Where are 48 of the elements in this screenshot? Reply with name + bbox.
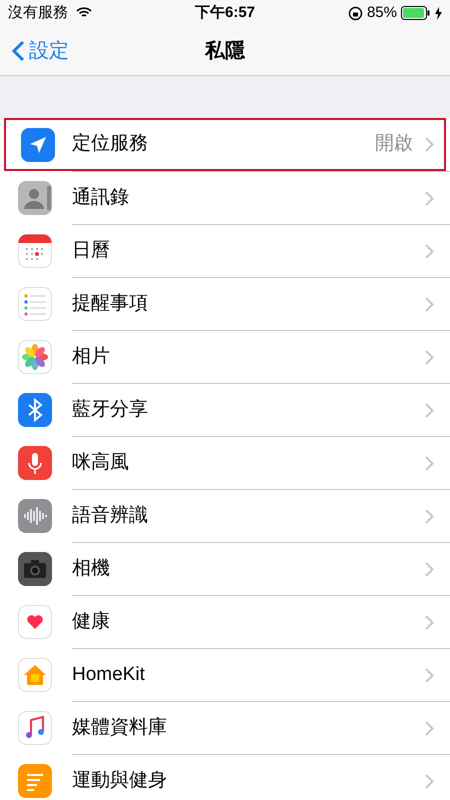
- row-label: 相機: [72, 556, 111, 581]
- camera-icon: [18, 552, 52, 586]
- charging-icon: [435, 6, 442, 20]
- bluetooth-icon: [18, 392, 52, 426]
- chevron-icon: [425, 137, 434, 152]
- chevron-icon: [425, 720, 434, 736]
- chevron-icon: [425, 508, 434, 524]
- row-label: 健康: [72, 610, 111, 634]
- flower-icon: [18, 340, 52, 374]
- row-label: 定位服務: [72, 132, 149, 156]
- chevron-icon: [425, 774, 434, 788]
- music-note-icon: [18, 710, 52, 744]
- carrier-text: 沒有服務: [8, 2, 68, 23]
- row-label: HomeKit: [72, 662, 146, 687]
- stripes-icon: [18, 764, 52, 798]
- row-label: 相片: [72, 344, 111, 369]
- row-label: 咪高風: [72, 450, 130, 475]
- calendar-icon: [18, 234, 52, 268]
- chevron-icon: [425, 614, 434, 630]
- chevron-icon: [425, 244, 434, 258]
- chevron-icon: [425, 402, 434, 418]
- house-icon: [18, 658, 52, 692]
- battery-icon: [401, 6, 431, 20]
- clock-text: 下午6:57: [194, 2, 256, 23]
- row-value: 開啟: [375, 132, 413, 156]
- back-button[interactable]: 設定: [0, 36, 69, 66]
- microphone-icon: [18, 446, 52, 480]
- row-label: 藍牙分享: [72, 398, 149, 422]
- chevron-icon: [425, 190, 434, 206]
- rotation-lock-icon: [348, 6, 363, 20]
- row-label: 通訊錄: [72, 186, 130, 210]
- list-icon: [18, 286, 52, 320]
- row-label: 媒體資料庫: [72, 716, 168, 740]
- contact-book-icon: [18, 180, 52, 214]
- wifi-icon: [76, 7, 92, 19]
- row-label: 語音辨識: [72, 504, 149, 528]
- chevron-icon: [425, 668, 434, 682]
- page-title: 私隱: [205, 38, 245, 64]
- chevron-icon: [425, 562, 434, 576]
- chevron-icon: [425, 456, 434, 470]
- row-label: 運動與健身: [72, 768, 168, 793]
- back-chevron-icon: [12, 40, 25, 62]
- chevron-icon: [425, 350, 434, 364]
- row-label: 提醒事項: [72, 292, 149, 316]
- battery-percent: 85%: [366, 2, 397, 23]
- chevron-icon: [425, 296, 434, 312]
- waveform-icon: [18, 498, 52, 532]
- row-label: 日曆: [72, 238, 111, 263]
